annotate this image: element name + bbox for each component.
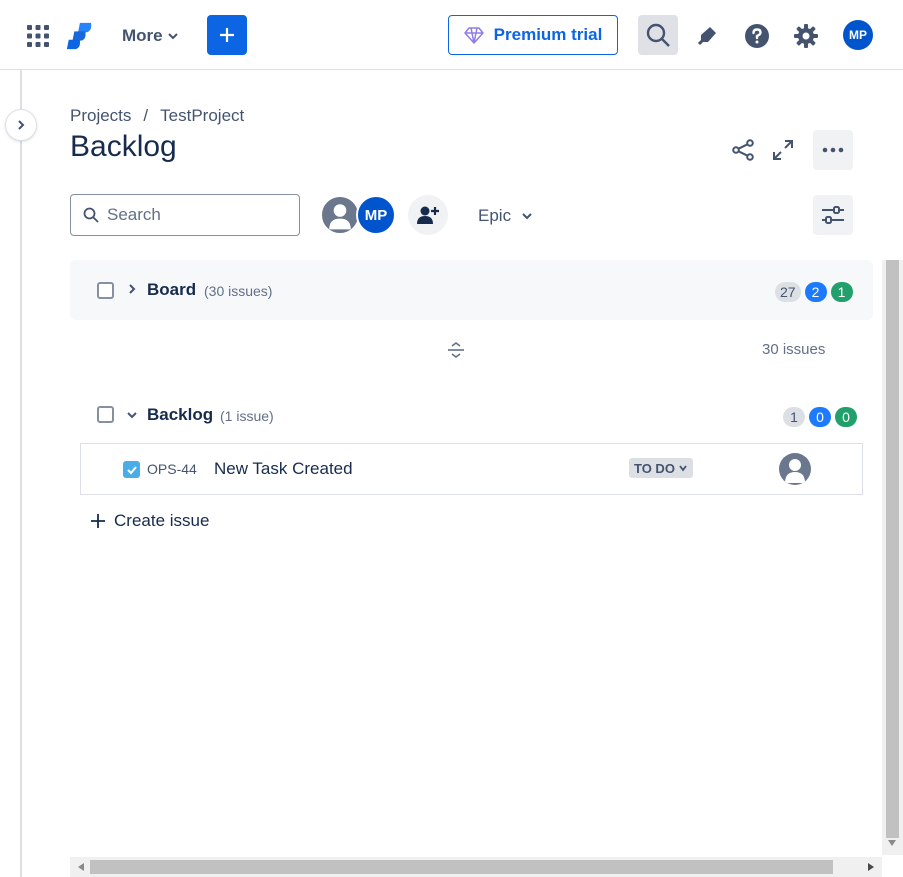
help-icon[interactable] (740, 19, 774, 53)
plus-icon (91, 514, 105, 528)
in-progress-count-badge: 0 (809, 407, 831, 427)
in-progress-count-badge: 2 (804, 282, 827, 302)
notification-icon[interactable] (690, 19, 724, 53)
diamond-icon (463, 27, 484, 44)
search-icon (646, 23, 670, 47)
user-avatar[interactable]: MP (843, 20, 873, 50)
horizontal-scrollbar[interactable] (70, 857, 882, 877)
breadcrumb-separator: / (143, 106, 149, 125)
create-issue-label: Create issue (114, 511, 210, 530)
status-dropdown[interactable]: TO DO (629, 458, 693, 478)
chevron-right-icon[interactable] (125, 282, 139, 296)
expand-sidebar-button[interactable] (6, 110, 36, 140)
breadcrumb-projects[interactable]: Projects (70, 106, 131, 126)
breadcrumb: Projects / TestProject (70, 106, 244, 126)
add-people-button[interactable] (408, 195, 448, 235)
chevron-right-icon (18, 120, 25, 130)
breadcrumb-project[interactable]: TestProject (160, 106, 244, 126)
done-count-badge: 0 (835, 407, 857, 427)
sliders-icon (822, 206, 844, 224)
page-title: Backlog (70, 130, 177, 163)
status-label: TO DO (634, 460, 675, 476)
top-navigation: More Premium trial MP (0, 0, 903, 70)
chevron-down-icon (167, 33, 178, 40)
backlog-status-counts: 1 0 0 (783, 407, 857, 427)
scroll-left-arrow-icon[interactable] (78, 863, 84, 871)
more-label: More (122, 26, 163, 45)
more-actions-button[interactable] (813, 130, 853, 170)
scroll-down-arrow-icon[interactable] (888, 840, 896, 846)
app-switcher-icon[interactable] (24, 22, 52, 50)
issue-summary[interactable]: New Task Created (214, 459, 353, 479)
assignee-avatar[interactable] (779, 453, 811, 485)
premium-trial-label: Premium trial (493, 25, 603, 44)
board-select-checkbox[interactable] (97, 282, 114, 299)
backlog-issue-count: (1 issue) (220, 408, 274, 424)
board-status-counts: 27 2 1 (775, 282, 853, 302)
board-issue-count: (30 issues) (204, 283, 273, 299)
done-count-badge: 1 (830, 282, 853, 302)
settings-icon[interactable] (789, 19, 823, 53)
plus-icon (220, 28, 234, 42)
add-person-icon (417, 206, 439, 224)
unassigned-avatar-filter[interactable] (320, 195, 360, 235)
scroll-right-arrow-icon[interactable] (868, 863, 874, 871)
board-total-issues: 30 issues (762, 341, 826, 358)
fullscreen-icon[interactable] (768, 135, 798, 165)
chevron-down-icon (679, 465, 687, 472)
create-button[interactable] (207, 15, 247, 55)
vertical-scrollbar-thumb[interactable] (886, 260, 899, 838)
epic-filter-label: Epic (478, 206, 512, 225)
issue-key[interactable]: OPS-44 (147, 461, 197, 477)
todo-count-badge: 1 (783, 407, 805, 427)
todo-count-badge: 27 (775, 282, 801, 302)
premium-trial-button[interactable]: Premium trial (448, 15, 618, 55)
more-menu[interactable]: More (122, 22, 179, 50)
user-avatar-filter[interactable]: MP (356, 195, 396, 235)
search-input[interactable] (107, 205, 287, 225)
ellipsis-icon (822, 147, 844, 153)
search-field[interactable] (70, 194, 300, 236)
person-icon (329, 204, 351, 230)
board-section-title: Board (147, 280, 197, 299)
chevron-down-icon[interactable] (125, 408, 139, 422)
person-icon (785, 459, 805, 483)
create-issue-button[interactable]: Create issue (90, 508, 209, 534)
sidebar-border (20, 70, 22, 877)
backlog-select-checkbox[interactable] (97, 406, 114, 423)
issue-row[interactable]: OPS-44 New Task Created TO DO (80, 443, 863, 495)
search-icon (83, 207, 99, 223)
search-button[interactable] (638, 15, 678, 55)
task-type-icon (123, 461, 140, 478)
horizontal-scrollbar-thumb[interactable] (90, 860, 833, 874)
chevron-down-icon (522, 213, 532, 220)
share-icon[interactable] (728, 135, 758, 165)
epic-filter-dropdown[interactable]: Epic (470, 197, 541, 235)
resize-handle-icon[interactable] (444, 338, 468, 362)
view-settings-button[interactable] (813, 195, 853, 235)
backlog-section-title: Backlog (147, 405, 214, 424)
vertical-scrollbar[interactable] (882, 260, 903, 855)
jira-logo-icon[interactable] (64, 20, 94, 52)
board-section-header[interactable]: Board (30 issues) 27 2 1 (70, 260, 873, 320)
